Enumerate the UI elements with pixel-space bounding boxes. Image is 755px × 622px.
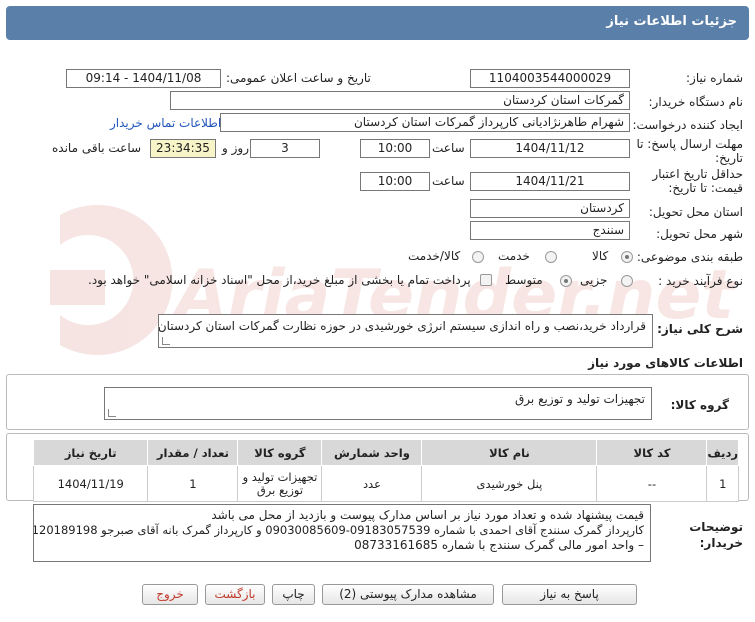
cell-name: پنل خورشیدی: [421, 465, 598, 502]
table-row[interactable]: 1 -- پنل خورشیدی عدد تجهیزات تولید و توز…: [32, 465, 739, 502]
deadline-date-field: 1404/11/12: [470, 139, 630, 158]
category-label: طبقه بندی موضوعی:: [636, 250, 743, 264]
goods-group-textarea[interactable]: تجهیزات تولید و توزیع برق: [104, 387, 652, 420]
buyer-notes-line-2: کارپرداز گمرک سنندج آقای احمدی با شماره …: [33, 523, 644, 537]
view-attachments-button[interactable]: مشاهده مدارک پیوستی (2): [322, 584, 494, 605]
validity-time-label: ساعت: [432, 174, 465, 188]
cell-unit: عدد: [321, 465, 423, 502]
page-title-bar: جزئیات اطلاعات نیاز: [6, 6, 749, 40]
need-number-label: شماره نیاز:: [686, 71, 743, 85]
goods-group-label: گروه کالا:: [670, 398, 729, 412]
column-header-need-date: تاریخ نیاز: [32, 439, 149, 466]
need-details-page: AriaTender.net جزئیات اطلاعات نیاز شماره…: [0, 0, 755, 622]
remaining-time-field: 23:34:35: [150, 139, 216, 158]
cell-code: --: [596, 465, 708, 502]
reply-to-need-button[interactable]: پاسخ به نیاز: [502, 584, 637, 605]
cell-row-number: 1: [706, 465, 739, 502]
treasury-payment-note: پرداخت تمام یا بخشی از مبلغ خرید،از محل …: [88, 273, 471, 287]
buyer-notes-label-2: خریدار:: [699, 536, 743, 550]
cell-need-date: 1404/11/19: [32, 465, 149, 502]
page-title: جزئیات اطلاعات نیاز: [606, 14, 737, 29]
deadline-label-date: تاریخ:: [715, 151, 743, 165]
column-header-code: کد کالا: [596, 439, 708, 466]
announce-date-field: 1404/11/08 - 09:14: [66, 69, 221, 88]
goods-group-text: تجهیزات تولید و توزیع برق: [515, 392, 645, 406]
print-button[interactable]: چاپ: [272, 584, 315, 605]
column-header-row-number: ردیف: [706, 439, 739, 466]
process-option-medium: متوسط: [505, 273, 543, 287]
city-field: سنندج: [470, 221, 630, 240]
summary-text: قرارداد خرید،نصب و راه اندازی سیستم انرژ…: [158, 319, 646, 333]
days-left-field: 3: [250, 139, 320, 158]
deadline-time-label: ساعت: [432, 141, 465, 155]
buyer-notes-textarea[interactable]: قیمت پیشنهاد شده و تعداد مورد نیاز بر اس…: [33, 504, 651, 562]
city-label: شهر محل تحویل:: [656, 227, 743, 241]
validity-label: حداقل تاریخ اعتبار: [652, 167, 743, 181]
creator-field: شهرام طاهرنژادیانی کارپرداز گمرکات استان…: [220, 113, 630, 132]
cell-group: تجهیزات تولید و توزیع برق: [237, 465, 323, 502]
items-table: ردیف کد کالا نام کالا واحد شمارش گروه کا…: [32, 439, 739, 502]
process-type-label: نوع فرآیند خرید :: [658, 274, 743, 288]
category-option-goods: کالا: [592, 249, 609, 263]
column-header-group: گروه کالا: [237, 439, 323, 466]
resize-grip-icon[interactable]: [162, 337, 170, 345]
validity-date-field: 1404/11/21: [470, 172, 630, 191]
validity-label-date: قیمت: تا تاریخ:: [668, 181, 743, 195]
process-radio-medium[interactable]: [560, 275, 572, 287]
days-label: روز و: [222, 141, 249, 155]
validity-time-field: 10:00: [360, 172, 430, 191]
category-radio-goods-service[interactable]: [472, 251, 484, 263]
buyer-notes-line-3: – واحد امور مالی گمرک سنندج با شماره 087…: [354, 538, 644, 552]
process-radio-minor[interactable]: [621, 275, 633, 287]
column-header-unit: واحد شمارش: [321, 439, 423, 466]
province-label: استان محل تحویل:: [648, 205, 743, 219]
remaining-label: ساعت باقی مانده: [52, 141, 142, 155]
resize-grip-icon[interactable]: [108, 409, 116, 417]
process-option-minor: جزیی: [580, 273, 608, 287]
column-header-name: نام کالا: [421, 439, 598, 466]
category-radio-service[interactable]: [545, 251, 557, 263]
summary-label: شرح کلی نیاز:: [657, 322, 743, 336]
announce-date-label: تاریخ و ساعت اعلان عمومی:: [226, 71, 371, 85]
exit-button[interactable]: خروج: [142, 584, 198, 605]
deadline-time-field: 10:00: [360, 139, 430, 158]
category-option-service: خدمت: [498, 249, 530, 263]
cell-quantity: 1: [147, 465, 239, 502]
table-header-row: ردیف کد کالا نام کالا واحد شمارش گروه کا…: [32, 439, 739, 466]
treasury-payment-checkbox[interactable]: [480, 274, 492, 286]
province-field: کردستان: [470, 199, 630, 218]
need-number-field: 1104003544000029: [470, 69, 630, 88]
summary-textarea[interactable]: قرارداد خرید،نصب و راه اندازی سیستم انرژ…: [158, 314, 653, 348]
deadline-label: مهلت ارسال پاسخ: تا: [636, 137, 743, 151]
creator-label: ایجاد کننده درخواست:: [632, 118, 743, 132]
buyer-contact-link[interactable]: اطلاعات تماس خریدار: [110, 116, 221, 130]
buyer-org-label: نام دستگاه خریدار:: [648, 95, 744, 109]
goods-info-title: اطلاعات کالاهای مورد نیاز: [588, 356, 743, 370]
buyer-org-field: گمرکات استان کردستان: [170, 91, 630, 110]
back-button[interactable]: بازگشت: [205, 584, 265, 605]
column-header-quantity: تعداد / مقدار: [147, 439, 239, 466]
buyer-notes-line-1: قیمت پیشنهاد شده و تعداد مورد نیاز بر اس…: [211, 508, 644, 522]
category-radio-goods[interactable]: [621, 251, 633, 263]
buyer-notes-label: توضیحات: [689, 520, 743, 534]
category-option-goods-service: کالا/خدمت: [408, 249, 461, 263]
